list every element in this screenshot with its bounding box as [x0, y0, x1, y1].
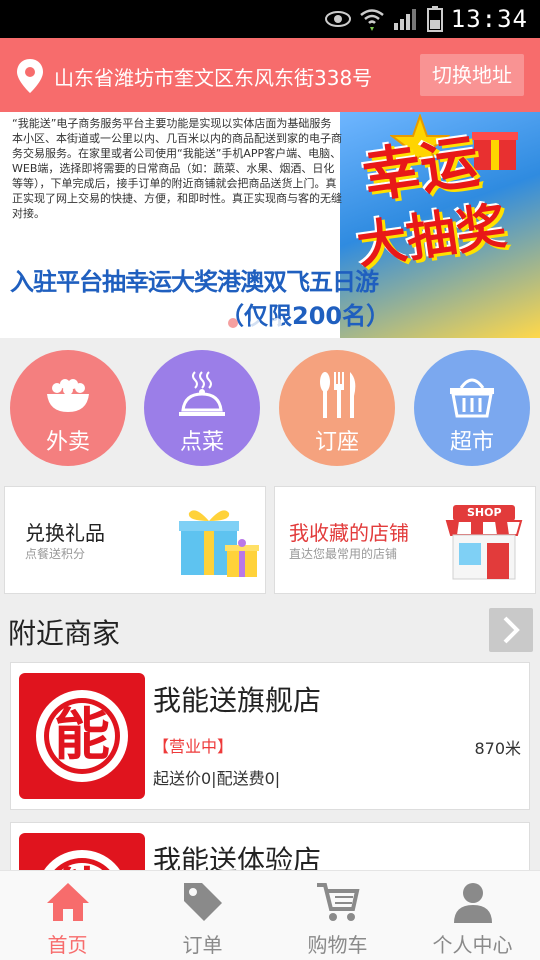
- category-label: 点菜: [179, 430, 224, 455]
- more-shops-button[interactable]: [489, 608, 533, 652]
- nav-label: 购物车: [307, 933, 368, 957]
- location-header: 山东省潍坊市奎文区东风东街338号 切换地址: [0, 38, 540, 112]
- home-icon: [47, 883, 89, 921]
- promo-banner[interactable]: “我能送”电子商务服务平台主要功能是实现以实体店面为基础服务本小区、本街道或一公…: [0, 112, 540, 338]
- card-subtitle: 直达您最常用的店铺: [289, 547, 398, 561]
- carousel-dot[interactable]: [250, 318, 260, 328]
- nav-home[interactable]: 首页: [0, 871, 135, 960]
- banner-promo-line1: 入驻平台抽幸运大奖港澳双飞五日游: [10, 268, 379, 296]
- current-address: 山东省潍坊市奎文区东风东街338号: [54, 66, 373, 90]
- shop-fees: 起送价0|配送费0|: [153, 769, 281, 788]
- cutlery-icon: [320, 372, 356, 418]
- battery-icon: [426, 6, 443, 32]
- basket-icon: [450, 378, 494, 418]
- bottom-navigation: 首页 订单 购物车 个人中心: [0, 870, 540, 960]
- cart-icon: [317, 883, 360, 921]
- nav-label: 订单: [182, 933, 223, 957]
- status-bar: 13:34: [0, 0, 540, 38]
- nav-profile[interactable]: 个人中心: [405, 871, 540, 960]
- nav-label: 首页: [47, 933, 88, 957]
- category-grid: 外卖 点菜 订座 超市: [0, 338, 540, 478]
- card-subtitle: 点餐送积分: [25, 547, 86, 561]
- tag-icon: [184, 883, 222, 921]
- eye-icon: [324, 11, 351, 27]
- carousel-indicator: [228, 318, 282, 328]
- food-bowl-icon: [47, 379, 89, 412]
- dish-cover-icon: [179, 371, 225, 416]
- nav-label: 个人中心: [432, 933, 513, 957]
- category-supermarket[interactable]: 超市: [414, 350, 530, 466]
- chevron-right-icon: [503, 616, 520, 644]
- location-pin-icon: [17, 59, 43, 93]
- gift-box-icon: [179, 510, 259, 577]
- carousel-dot[interactable]: [272, 318, 282, 328]
- shop-status-badge: 【营业中】: [153, 737, 234, 756]
- shop-logo: 能: [19, 673, 145, 799]
- category-label: 超市: [449, 430, 494, 455]
- carousel-dot[interactable]: [228, 318, 238, 328]
- category-label: 外卖: [45, 430, 90, 455]
- shop-distance: 870米: [474, 739, 521, 758]
- person-icon: [454, 883, 492, 923]
- card-title: 兑换礼品: [25, 521, 105, 545]
- card-title: 我收藏的店铺: [289, 521, 409, 545]
- section-title-nearby: 附近商家: [8, 617, 121, 650]
- redeem-gift-card[interactable]: 兑换礼品 点餐送积分: [4, 486, 266, 594]
- status-icons: 13:34: [324, 4, 528, 34]
- shop-name: 我能送旗舰店: [153, 684, 322, 717]
- category-label: 订座: [314, 430, 359, 455]
- shop-icon: SHOP: [443, 501, 525, 583]
- category-reserve-seat[interactable]: 订座: [279, 350, 395, 466]
- nav-cart[interactable]: 购物车: [270, 871, 405, 960]
- nav-orders[interactable]: 订单: [135, 871, 270, 960]
- shop-sign-label: SHOP: [467, 506, 502, 519]
- category-takeout[interactable]: 外卖: [10, 350, 126, 466]
- favorite-shops-card[interactable]: 我收藏的店铺 直达您最常用的店铺 SHOP: [274, 486, 536, 594]
- clock: 13:34: [450, 5, 528, 33]
- banner-intro-text: “我能送”电子商务服务平台主要功能是实现以实体店面为基础服务本小区、本街道或一公…: [12, 117, 342, 220]
- signal-icon: [393, 9, 416, 30]
- shop-list-item[interactable]: 能 我能送旗舰店 【营业中】 870米 起送价0|配送费0|: [10, 662, 530, 810]
- wifi-icon: [359, 9, 384, 31]
- category-order-dish[interactable]: 点菜: [144, 350, 260, 466]
- shop-logo-char: 能: [54, 703, 110, 768]
- app-screen: 13:34 山东省潍坊市奎文区东风东街338号 切换地址 “我能送”电子商务服务…: [0, 0, 540, 960]
- switch-address-button[interactable]: 切换地址: [420, 54, 524, 96]
